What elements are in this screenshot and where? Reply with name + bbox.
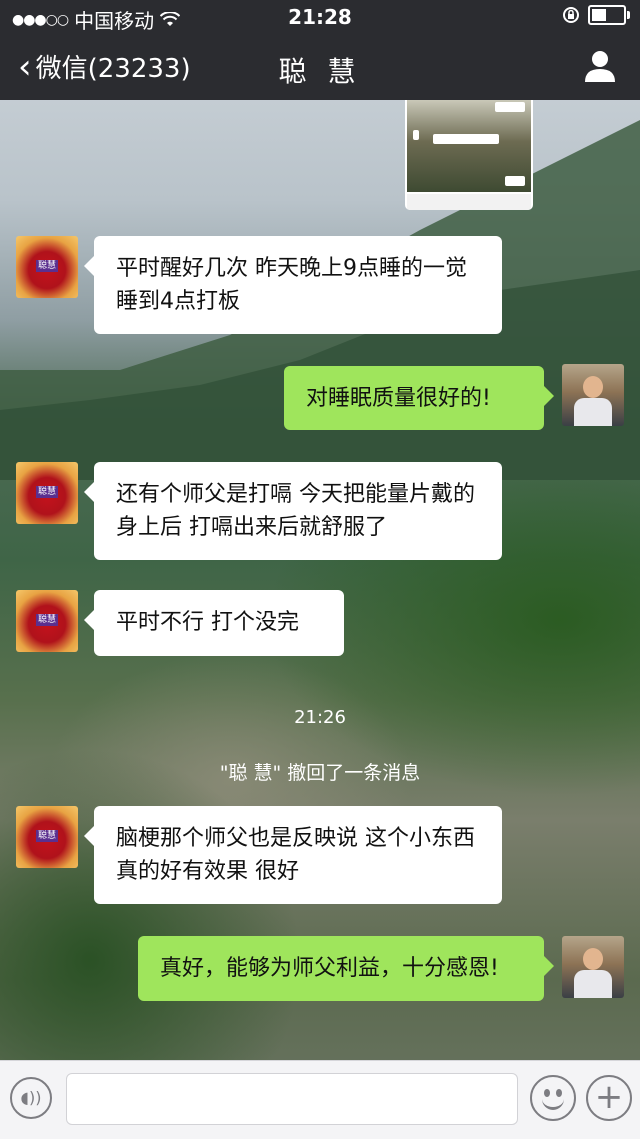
top-bar: ●●●○○ 中国移动 21:28 ‹ 微信(23233) 聪 慧 [0,0,640,100]
rotation-lock-icon [563,7,579,23]
timestamp: 21:26 [294,707,346,728]
status-time: 21:28 [288,5,352,29]
avatar-badge: 聪慧 [36,486,58,498]
message-bubble[interactable]: 脑梗那个师父也是反映说 这个小东西真的好有效果 很好 [84,806,502,904]
image-message[interactable] [405,100,533,210]
message-bubble[interactable]: 平时醒好几次 昨天晚上9点睡的一觉睡到4点打板 [84,236,502,334]
message-bubble[interactable]: 还有个师父是打嗝 今天把能量片戴的身上后 打嗝出来后就舒服了 [84,462,502,560]
nav-bar: ‹ 微信(23233) 聪 慧 [0,34,640,100]
person-icon[interactable] [580,46,620,86]
message-input[interactable] [66,1073,518,1125]
avatar-badge: 聪慧 [36,614,58,626]
avatar-badge: 聪慧 [36,830,58,842]
avatar[interactable]: 聪慧 [16,462,78,524]
avatar[interactable] [562,936,624,998]
image-thumbnail [407,100,531,192]
avatar[interactable]: 聪慧 [16,806,78,868]
voice-icon[interactable]: ◖)) [10,1077,52,1119]
message-bubble[interactable]: 真好，能够为师父利益，十分感恩! [138,936,554,1001]
message-bubble[interactable]: 对睡眠质量很好的! [284,366,554,430]
avatar[interactable] [562,364,624,426]
avatar[interactable]: 聪慧 [16,236,78,298]
chat-title: 聪 慧 [278,55,362,88]
battery-icon [588,5,630,25]
emoji-icon[interactable] [530,1075,576,1121]
avatar[interactable]: 聪慧 [16,590,78,652]
input-bar: ◖)) + [0,1060,640,1139]
image-toolbar [407,194,531,210]
plus-icon[interactable]: + [586,1075,632,1121]
avatar-badge: 聪慧 [36,260,58,272]
message-bubble[interactable]: 平时不行 打个没完 [84,590,344,656]
battery-fill [592,9,606,21]
status-bar: ●●●○○ 中国移动 21:28 [0,0,640,34]
recall-notice: "聪 慧" 撤回了一条消息 [219,762,421,784]
status-right [562,5,630,25]
